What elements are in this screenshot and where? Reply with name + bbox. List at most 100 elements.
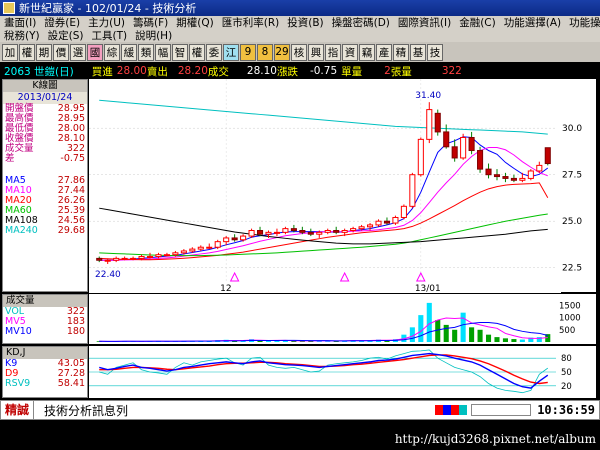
toolbar-button-16[interactable]: 29 xyxy=(274,43,290,61)
candle-body xyxy=(409,174,416,207)
toolbar-button-0[interactable]: 加 xyxy=(2,43,18,61)
kd-tick: 50 xyxy=(561,368,572,378)
toolbar-button-6[interactable]: 綜 xyxy=(104,43,120,61)
menu-item-2[interactable]: 主力(U) xyxy=(84,16,129,29)
toolbar-button-25[interactable]: 技 xyxy=(427,43,443,61)
k-data-value: -0.75 xyxy=(60,153,85,164)
menu-item-1[interactable]: 證券(E) xyxy=(40,16,84,29)
volume-bar xyxy=(452,329,458,342)
menu-item-8[interactable]: 國際資訊(I) xyxy=(394,16,455,29)
kd-svg: 20 50 80 xyxy=(89,349,572,394)
toolbar-button-17[interactable]: 核 xyxy=(291,43,307,61)
candle-body xyxy=(189,248,196,252)
candlestick-chart[interactable]: 31.40 22.40 xyxy=(89,79,561,283)
k-data-label: 差 xyxy=(5,153,15,164)
volume-bar xyxy=(426,302,432,342)
toolbar-button-24[interactable]: 基 xyxy=(410,43,426,61)
menu-item-11[interactable]: 功能操作(F) xyxy=(565,16,600,29)
candle-body xyxy=(180,250,187,254)
menu2-item-3[interactable]: 說明(H) xyxy=(131,29,176,42)
volume-bar xyxy=(519,339,525,342)
candle-body xyxy=(324,230,331,233)
toolbar-button-2[interactable]: 期 xyxy=(36,43,52,61)
chg-value: -0.75 xyxy=(309,65,338,77)
volume-bar xyxy=(469,327,475,342)
toolbar-button-8[interactable]: 類 xyxy=(138,43,154,61)
candle-body xyxy=(96,257,103,261)
toolbar-button-4[interactable]: 選 xyxy=(70,43,86,61)
toolbar-button-10[interactable]: 智 xyxy=(172,43,188,61)
toolbar-button-21[interactable]: 竊 xyxy=(359,43,375,61)
candle-body xyxy=(392,216,399,224)
menu-item-7[interactable]: 操盤密碼(D) xyxy=(328,16,394,29)
total-label: 張量 xyxy=(390,65,412,78)
candle-body xyxy=(307,231,314,235)
bid-label: 買進 xyxy=(91,65,113,78)
toolbar-button-9[interactable]: 幅 xyxy=(155,43,171,61)
chg-label: 漲跌 xyxy=(276,65,298,78)
last-label: 成交 xyxy=(207,65,229,78)
candle-body xyxy=(400,205,407,218)
volume-bar xyxy=(502,338,508,342)
toolbar-button-19[interactable]: 指 xyxy=(325,43,341,61)
volume-bar xyxy=(265,341,272,342)
candle-body xyxy=(485,168,492,176)
volume-bar xyxy=(460,312,466,342)
ask-value: 28.20 xyxy=(177,65,208,77)
kd-row-2: RSV9 58.41 xyxy=(3,379,87,389)
candle-body xyxy=(121,257,128,260)
toolbar-button-12[interactable]: 委 xyxy=(206,43,222,61)
toolbar-button-14[interactable]: 9 xyxy=(240,43,256,61)
candle-body xyxy=(231,237,238,241)
date-tick: 12 xyxy=(220,284,231,293)
candle-body xyxy=(375,220,382,226)
volume-data-panel: 成交量 VOL 322 MV5 183 MV10 180 xyxy=(2,294,88,344)
menu-item-9[interactable]: 金融(C) xyxy=(455,16,500,29)
toolbar-button-18[interactable]: 興 xyxy=(308,43,324,61)
toolbar-button-11[interactable]: 權 xyxy=(189,43,205,61)
candle-body xyxy=(536,164,543,172)
max-annotation: 31.40 xyxy=(415,91,441,101)
date-tick: 13/01 xyxy=(415,284,441,293)
kd-data-panel: KD,J K9 43.05 D9 27.28 RSV9 58.41 xyxy=(2,346,88,398)
candle-body xyxy=(290,228,297,231)
candle-body xyxy=(299,230,306,233)
kd-chart[interactable]: 20 50 80 xyxy=(89,346,596,398)
toolbar-button-3[interactable]: 價 xyxy=(53,43,69,61)
toolbar-button-15[interactable]: 8 xyxy=(257,43,273,61)
volume-chart[interactable]: 500 1000 1500 xyxy=(89,294,596,344)
candle-body xyxy=(316,231,323,235)
kd-tick: 20 xyxy=(561,382,572,392)
candle-body xyxy=(358,226,365,230)
candle-body xyxy=(240,235,247,241)
toolbar-button-13[interactable]: 江 xyxy=(223,43,239,61)
clock: 10:36:59 xyxy=(537,403,595,417)
ma-value: 29.68 xyxy=(57,225,85,236)
price-tick: 30.0 xyxy=(562,124,582,134)
toolbar-button-1[interactable]: 權 xyxy=(19,43,35,61)
menu2-item-1[interactable]: 設定(S) xyxy=(44,29,88,42)
volume-bar xyxy=(494,337,500,342)
marker-icon xyxy=(229,271,240,282)
menu-item-4[interactable]: 期權(Q) xyxy=(172,16,217,29)
toolbar-button-5[interactable]: 國 xyxy=(87,43,103,61)
date-axis-svg: 12 13/01 xyxy=(220,284,441,294)
toolbar-button-20[interactable]: 資 xyxy=(342,43,358,61)
menu2-item-0[interactable]: 稅務(Y) xyxy=(0,29,44,42)
toolbar-button-7[interactable]: 緩 xyxy=(121,43,137,61)
volume-svg: 500 1000 1500 xyxy=(96,301,581,342)
menu-item-5[interactable]: 匯市利率(R) xyxy=(218,16,284,29)
toolbar-button-22[interactable]: 產 xyxy=(376,43,392,61)
min-annotation: 22.40 xyxy=(95,270,121,280)
candle-body xyxy=(527,170,534,179)
candle-body xyxy=(350,228,357,231)
menu-item-3[interactable]: 籌碼(F) xyxy=(129,16,172,29)
menu-item-10[interactable]: 功能選擇(A) xyxy=(500,16,565,29)
menu-item-6[interactable]: 投資(B) xyxy=(283,16,327,29)
quick-toolbar: 加權期價選國綜緩類幅智權委江 9 8 29 核興指資竊產精基技 xyxy=(0,42,600,62)
menu2-item-2[interactable]: 工具(T) xyxy=(87,29,131,42)
menu-item-0[interactable]: 畫面(I) xyxy=(0,16,40,29)
last-value: 28.10 xyxy=(246,65,277,77)
toolbar-button-23[interactable]: 精 xyxy=(393,43,409,61)
status-message: 技術分析訊息列 xyxy=(44,403,129,418)
